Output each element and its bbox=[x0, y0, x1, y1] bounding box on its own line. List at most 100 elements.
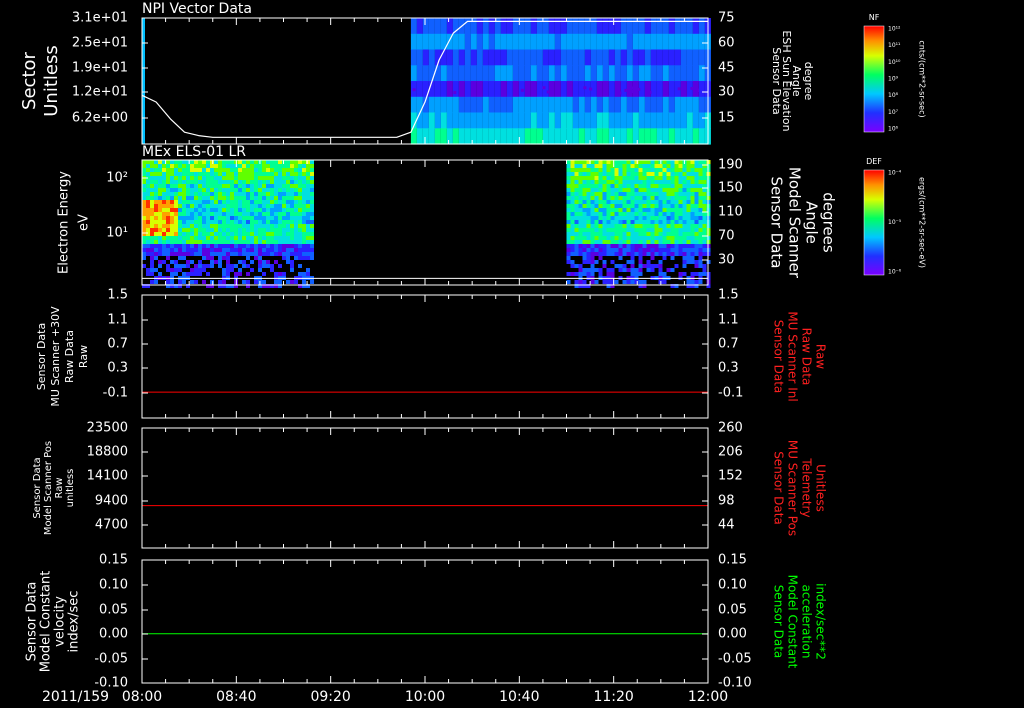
y-axis-title: eV bbox=[77, 214, 92, 231]
y2-tick-label: 0.7 bbox=[718, 337, 739, 352]
colorbar-tick: 10¹² bbox=[888, 26, 901, 33]
y-axis-title: Sensor Data bbox=[32, 457, 43, 518]
colorbar-tick: 10⁹ bbox=[888, 76, 899, 83]
y2-tick-label: 190 bbox=[718, 158, 743, 173]
panel-frame bbox=[141, 559, 709, 684]
colorbar-tick: 10⁻⁵ bbox=[888, 219, 902, 226]
y-axis-title: Raw Data bbox=[63, 330, 76, 383]
panel-frame bbox=[141, 294, 709, 419]
y2-tick-label: 150 bbox=[718, 181, 743, 196]
colorbars-layer: NF 10¹² 10¹¹ 10¹⁰ 10⁹ 10⁸ 10⁷ 10⁶ cnts/(cm**2-sr… bbox=[863, 13, 927, 276]
x-tick-label: 10:00 bbox=[405, 689, 445, 705]
date-label: 2011/159 bbox=[42, 689, 109, 705]
y2-tick-label: 0.05 bbox=[718, 603, 747, 618]
y2-tick-label: 60 bbox=[718, 36, 735, 51]
y-tick-label: 0.10 bbox=[99, 578, 128, 593]
y-tick-label: 1.5 bbox=[107, 288, 128, 303]
panel-title: NPI Vector Data bbox=[142, 1, 252, 17]
y-tick-label: 0.05 bbox=[99, 603, 128, 618]
y2-tick-label: 44 bbox=[718, 518, 735, 533]
colorbar-tick: 10¹¹ bbox=[888, 42, 901, 49]
y-axis-title: Unitless bbox=[41, 45, 62, 116]
y-axis-title: index/sec bbox=[67, 591, 82, 653]
y2-tick-label: 152 bbox=[718, 469, 743, 484]
y2-axis-title: MU Scanner Pos bbox=[786, 440, 800, 536]
y-axis-title: Raw bbox=[77, 345, 90, 368]
y2-tick-label: 98 bbox=[718, 494, 735, 509]
y-tick-label: 3.1e+01 bbox=[72, 11, 128, 26]
y-axis-title: Model Scanner Pos bbox=[43, 441, 54, 535]
y-axis-title: Electron Energy bbox=[57, 171, 72, 274]
y-tick-label: 6.2e+00 bbox=[72, 111, 128, 126]
y2-tick-label: -0.1 bbox=[718, 386, 743, 401]
y2-tick-label: 75 bbox=[718, 11, 735, 26]
y-tick-label: 10² bbox=[106, 171, 128, 186]
y2-tick-label: 0.10 bbox=[718, 578, 747, 593]
y2-axis-title: index/sec**2 bbox=[814, 583, 828, 660]
y-tick-label: 9400 bbox=[95, 494, 128, 509]
y-tick-label: 23500 bbox=[87, 421, 128, 436]
y2-tick-label: 30 bbox=[718, 85, 735, 100]
y2-tick-label: 0.00 bbox=[718, 627, 747, 642]
y2-axis-title: Telemetry bbox=[800, 457, 814, 517]
x-tick-label: 08:40 bbox=[216, 689, 256, 705]
y2-axis-title: Model Constant bbox=[786, 575, 800, 669]
y2-tick-label: 70 bbox=[718, 229, 735, 244]
colorbar-tick: 10⁶ bbox=[888, 126, 899, 133]
y-tick-label: 1.9e+01 bbox=[72, 61, 128, 76]
colorbar-label: DEF bbox=[866, 157, 882, 166]
y2-tick-label: 1.5 bbox=[718, 288, 739, 303]
y2-axis-title: Sensor Data bbox=[772, 451, 786, 525]
y-tick-label: -0.05 bbox=[94, 652, 128, 667]
panel-title: MEx ELS-01 LR bbox=[142, 144, 246, 160]
y-tick-label: 2.5e+01 bbox=[72, 36, 128, 51]
colorbar-tick: 10⁸ bbox=[888, 92, 899, 99]
colorbar bbox=[863, 25, 885, 133]
y-tick-label: 14100 bbox=[87, 469, 128, 484]
y-axis-title: Sensor Data bbox=[35, 323, 48, 390]
colorbar-tick: 10⁷ bbox=[888, 109, 899, 116]
y-axis-title: Sector bbox=[19, 51, 40, 109]
y-axis-title: Model Constant bbox=[39, 571, 54, 673]
y2-axis-title: acceleration bbox=[800, 585, 814, 659]
colorbar-tick: 10⁻⁴ bbox=[888, 170, 902, 177]
y2-axis-title: Angle bbox=[790, 65, 803, 97]
y2-axis-title: Model Scanner bbox=[786, 167, 804, 279]
x-tick-label: 12:00 bbox=[688, 689, 728, 705]
colorbar-unit: cnts/(cm**2-sr-sec) bbox=[918, 40, 927, 117]
y-axis-title: MU Scanner +30V bbox=[49, 306, 62, 407]
y2-axis-title: Angle bbox=[803, 201, 821, 244]
y2-axis-title: degrees bbox=[820, 192, 838, 253]
y-axis-title: velocity bbox=[53, 596, 68, 647]
y2-tick-label: 45 bbox=[718, 61, 735, 76]
y2-tick-label: 110 bbox=[718, 205, 743, 220]
y-tick-label: 0.00 bbox=[99, 627, 128, 642]
panel-frame bbox=[141, 427, 709, 549]
y-tick-label: 1.1 bbox=[107, 313, 128, 328]
colorbar-unit: ergs/(cm**2-sr-sec-eV) bbox=[918, 177, 927, 268]
y2-axis-title: Unitless bbox=[814, 464, 828, 512]
y2-tick-label: 30 bbox=[718, 253, 735, 268]
y2-axis-title: degree bbox=[802, 62, 815, 101]
y-tick-label: -0.1 bbox=[103, 386, 128, 401]
y2-tick-label: 15 bbox=[718, 111, 735, 126]
y-tick-label: 0.7 bbox=[107, 337, 128, 352]
colorbar-tick: 10⁻⁶ bbox=[888, 269, 902, 276]
y2-axis-title: Raw Data bbox=[800, 328, 814, 386]
y2-tick-label: 0.15 bbox=[718, 553, 747, 568]
x-tick-label: 10:40 bbox=[499, 689, 539, 705]
colorbar bbox=[863, 169, 885, 276]
x-tick-label: 09:20 bbox=[310, 689, 350, 705]
colorbar-label: NF bbox=[869, 13, 880, 22]
y-axis-title: Sensor Data bbox=[25, 582, 40, 662]
y2-tick-label: 260 bbox=[718, 421, 743, 436]
y2-axis-title: Raw bbox=[814, 344, 828, 369]
y-axis-title: Raw bbox=[54, 477, 65, 498]
multi-panel-plot: NPI Vector Data MEx ELS-01 LR 3.1e+01 2.5e+… bbox=[19, 1, 927, 705]
x-tick-label: 11:20 bbox=[593, 689, 633, 705]
y2-axis-title: Sensor Data bbox=[768, 177, 786, 269]
y-tick-label: 10¹ bbox=[106, 226, 128, 241]
y-tick-label: 4700 bbox=[95, 518, 128, 533]
y-tick-label: 0.3 bbox=[107, 361, 128, 376]
y2-tick-label: -0.05 bbox=[718, 652, 752, 667]
